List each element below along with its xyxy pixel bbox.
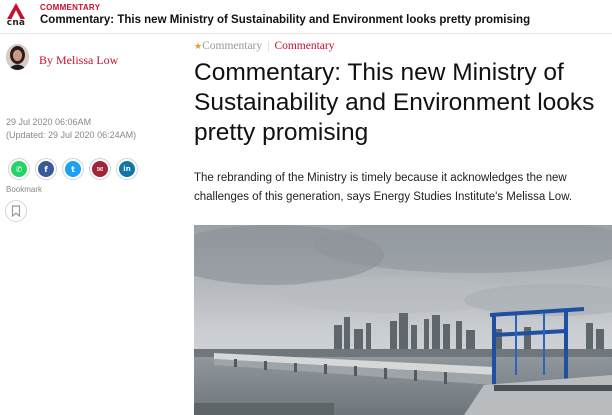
facebook-icon: f bbox=[38, 161, 54, 177]
bookmark-icon bbox=[11, 205, 21, 217]
updated-date: (Updated: 29 Jul 2020 06:24AM) bbox=[6, 130, 137, 140]
breadcrumb-category[interactable]: Commentary bbox=[274, 40, 334, 52]
hero-image[interactable] bbox=[194, 225, 612, 415]
share-email-button[interactable]: ✉ bbox=[89, 158, 111, 180]
bookmark-button[interactable] bbox=[5, 200, 27, 222]
breadcrumb: ★Commentary | Commentary bbox=[194, 40, 334, 52]
header-title: Commentary: This new Ministry of Sustain… bbox=[40, 14, 531, 26]
logo-text: cna bbox=[6, 18, 26, 28]
star-icon: ★ bbox=[194, 41, 203, 51]
sticky-header: cna COMMENTARY Commentary: This new Mini… bbox=[0, 0, 612, 34]
cna-logo[interactable]: cna bbox=[5, 3, 27, 30]
author-byline[interactable]: By Melissa Low bbox=[39, 53, 118, 68]
author-photo bbox=[6, 44, 29, 70]
bookmark-label: Bookmark bbox=[6, 185, 43, 194]
linkedin-icon: in bbox=[119, 161, 135, 177]
logo-mark-icon bbox=[7, 3, 25, 19]
email-icon: ✉ bbox=[92, 161, 108, 177]
article-summary: The rebranding of the Ministry is timely… bbox=[194, 172, 573, 203]
breadcrumb-divider: | bbox=[267, 40, 270, 52]
header-category[interactable]: COMMENTARY bbox=[40, 3, 100, 12]
whatsapp-icon: ✆ bbox=[11, 161, 27, 177]
marina-barrage-photo bbox=[194, 225, 612, 415]
published-date: 29 Jul 2020 06:06AM bbox=[6, 117, 92, 127]
publish-dates: 29 Jul 2020 06:06AM (Updated: 29 Jul 202… bbox=[6, 116, 136, 142]
breadcrumb-section[interactable]: Commentary bbox=[202, 40, 262, 52]
twitter-icon: t bbox=[65, 161, 81, 177]
share-facebook-button[interactable]: f bbox=[35, 158, 57, 180]
share-bar: ✆ f t ✉ in bbox=[8, 158, 138, 180]
share-whatsapp-button[interactable]: ✆ bbox=[8, 158, 30, 180]
share-twitter-button[interactable]: t bbox=[62, 158, 84, 180]
author-avatar[interactable] bbox=[6, 44, 29, 70]
share-linkedin-button[interactable]: in bbox=[116, 158, 138, 180]
article-headline: Commentary: This new Ministry of Sustain… bbox=[194, 59, 595, 146]
